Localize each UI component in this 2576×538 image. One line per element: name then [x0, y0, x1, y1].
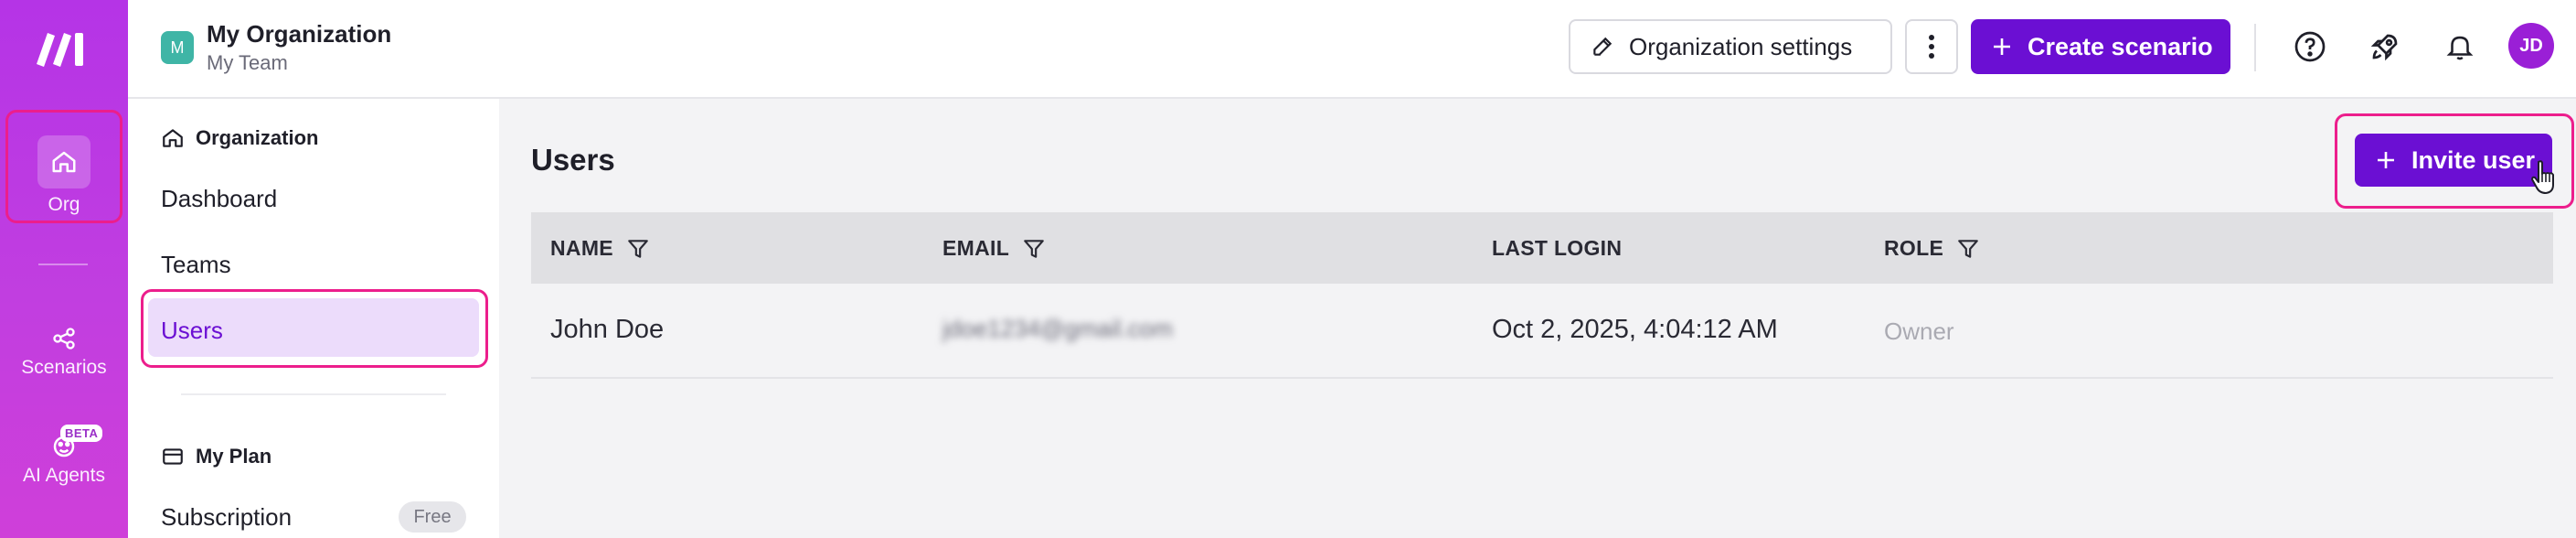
rail-item-scenaria[interactable]: Scenarios [0, 320, 128, 379]
users-table-header: NAME EMAIL LAST LOGIN ROLE [531, 212, 2553, 284]
section-heading-label: Organization [196, 126, 319, 149]
rail-item-label: AI Agents [23, 465, 105, 486]
column-label: NAME [550, 236, 613, 260]
rocket-button[interactable] [2366, 27, 2404, 66]
sidebar-item-subscription[interactable]: Subscription [161, 503, 292, 532]
make-logo-icon[interactable] [35, 27, 91, 68]
column-header-role[interactable]: ROLE [1884, 236, 1980, 261]
column-header-email[interactable]: EMAIL [942, 236, 1046, 261]
section-heading-label: My Plan [196, 445, 272, 468]
beta-badge: BETA [60, 425, 103, 442]
help-icon [2294, 31, 2326, 62]
column-header-last-login[interactable]: LAST LOGIN [1492, 236, 1622, 261]
settings-sidebar: Organization Dashboard Teams Users My Pl… [128, 99, 499, 538]
cell-last-login: Oct 2, 2025, 4:04:12 AM [1492, 315, 1778, 344]
rail-item-ai-agents[interactable]: BETA AI Agents [0, 425, 128, 487]
edit-icon [1593, 37, 1613, 56]
filter-icon[interactable] [626, 237, 650, 261]
filter-icon[interactable] [1956, 237, 1980, 261]
plus-icon [1994, 38, 2010, 55]
bell-icon [2446, 36, 2474, 60]
more-vertical-icon [1929, 35, 1934, 59]
page-title: Users [531, 143, 615, 177]
rail-divider [38, 264, 88, 265]
team-name[interactable]: My Team [207, 51, 288, 75]
column-label: ROLE [1884, 236, 1944, 260]
create-scenario-button[interactable]: Create scenario [1971, 19, 2230, 74]
user-avatar[interactable]: JD [2508, 23, 2554, 69]
plan-badge: Free [399, 501, 466, 533]
rocket-icon [2370, 34, 2398, 61]
filter-icon[interactable] [1022, 237, 1046, 261]
org-avatar[interactable]: M [161, 31, 194, 64]
sidebar-divider [181, 393, 446, 395]
app-rail: Org Scenarios BETA AI Agents [0, 0, 128, 538]
credit-card-icon [163, 448, 183, 465]
notifications-button[interactable] [2441, 27, 2479, 66]
cell-name: John Doe [550, 315, 665, 344]
organization-settings-button[interactable]: Organization settings [1569, 19, 1892, 74]
sidebar-item-teams[interactable]: Teams [161, 251, 231, 279]
sidebar-item-dashboard[interactable]: Dashboard [161, 185, 277, 213]
table-row[interactable]: John Doe jdoe1234@gmail.com Oct 2, 2025,… [531, 284, 2553, 379]
cell-role: Owner [1884, 317, 1954, 345]
main-content: Users Invite user NAME EMAIL LAST LOGIN … [499, 99, 2576, 538]
home-icon [163, 129, 183, 147]
top-header: M My Organization My Team Organization s… [128, 0, 2576, 99]
settings-label: Organization settings [1629, 32, 1853, 60]
share-icon [53, 328, 75, 350]
hand-cursor-icon [2531, 160, 2554, 194]
header-divider [2254, 24, 2256, 71]
create-label: Create scenario [2028, 32, 2213, 60]
help-button[interactable] [2291, 27, 2329, 66]
column-label: LAST LOGIN [1492, 236, 1623, 260]
rail-item-label: Scenarios [21, 357, 107, 378]
cell-email: jdoe1234@gmail.com [942, 315, 1173, 342]
column-header-name[interactable]: NAME [550, 236, 650, 261]
highlight-box [5, 110, 122, 223]
org-name[interactable]: My Organization [207, 20, 391, 48]
highlight-box [141, 289, 488, 368]
column-label: EMAIL [942, 236, 1010, 260]
plan-section-heading: My Plan [161, 445, 271, 468]
organization-section-heading: Organization [161, 126, 318, 150]
more-options-button[interactable] [1905, 19, 1958, 74]
